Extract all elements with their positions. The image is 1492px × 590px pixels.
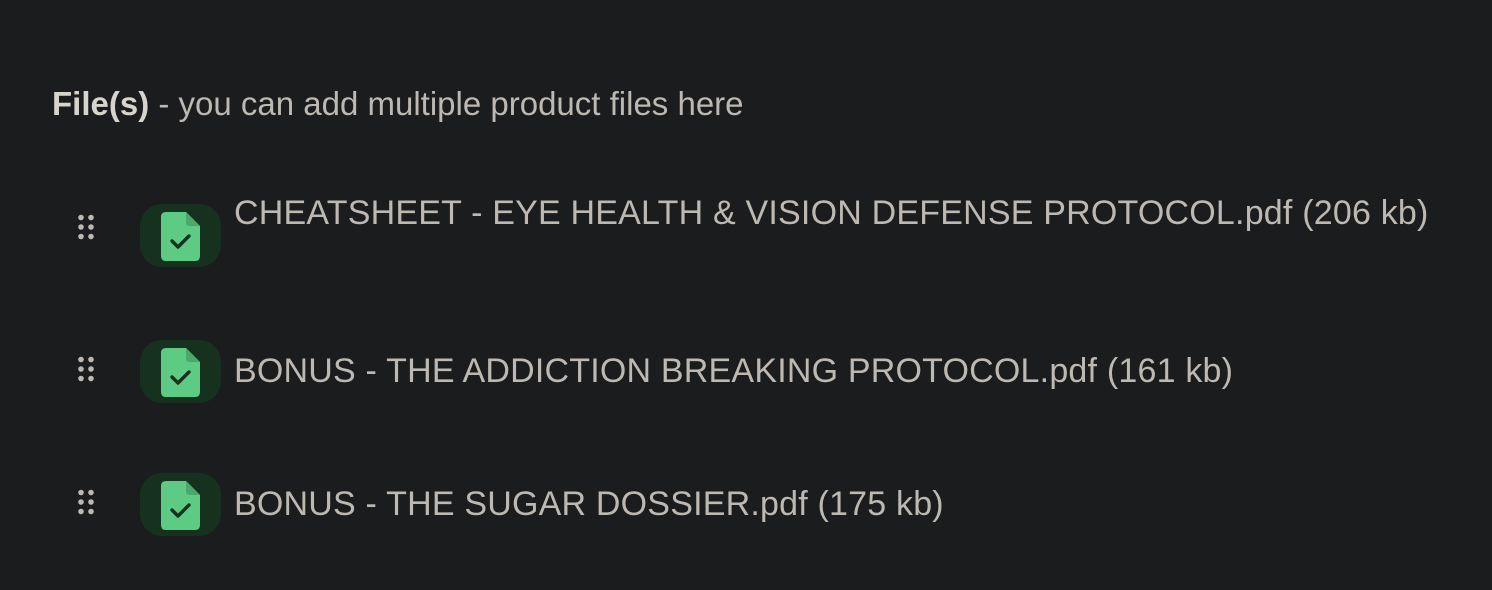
drag-handle-icon[interactable] [77, 489, 95, 515]
file-type-badge [140, 204, 221, 267]
file-list-item[interactable]: BONUS - THE SUGAR DOSSIER.pdf (175 kb) [0, 473, 1492, 537]
file-check-icon [161, 481, 200, 530]
file-name: BONUS - THE ADDICTION BREAKING PROTOCOL.… [234, 352, 1234, 390]
files-section-heading: File(s) - you can add multiple product f… [52, 84, 744, 124]
drag-handle-icon[interactable] [77, 214, 95, 240]
file-list-item[interactable]: BONUS - THE ADDICTION BREAKING PROTOCOL.… [0, 340, 1492, 404]
product-files-panel: File(s) - you can add multiple product f… [0, 0, 1492, 590]
file-check-icon [161, 348, 200, 397]
drag-handle-icon[interactable] [77, 356, 95, 382]
file-name: BONUS - THE SUGAR DOSSIER.pdf (175 kb) [234, 485, 944, 523]
files-heading-label: File(s) [52, 85, 150, 122]
file-type-badge [140, 340, 221, 403]
files-heading-hint: - you can add multiple product files her… [149, 85, 744, 122]
file-type-badge [140, 473, 221, 536]
file-name: CHEATSHEET - EYE HEALTH & VISION DEFENSE… [234, 194, 1429, 232]
file-list-item[interactable]: CHEATSHEET - EYE HEALTH & VISION DEFENSE… [0, 193, 1492, 283]
file-check-icon [161, 212, 200, 261]
